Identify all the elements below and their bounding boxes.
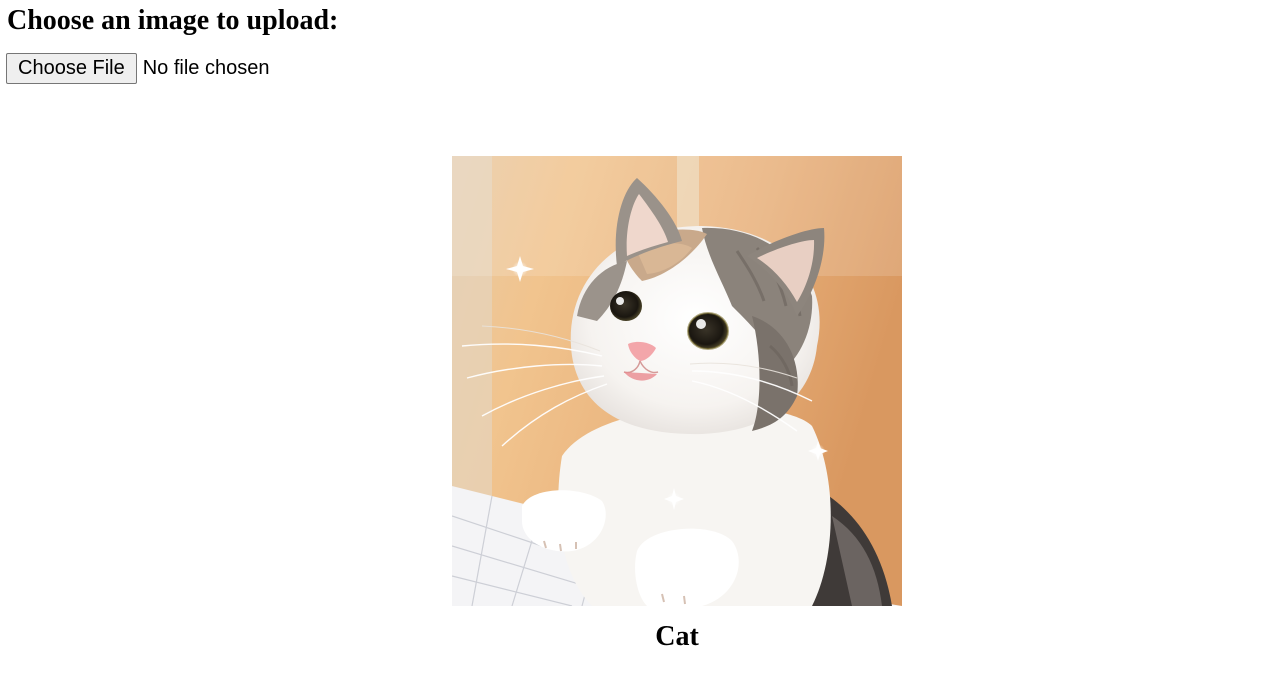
file-status-text: No file chosen xyxy=(142,57,270,79)
cat-image xyxy=(452,156,902,606)
page-title: Choose an image to upload: xyxy=(7,5,339,36)
prediction-label: Cat xyxy=(655,621,699,652)
file-upload-control[interactable]: Choose File No file chosen xyxy=(6,53,269,84)
choose-file-button[interactable]: Choose File xyxy=(6,53,137,84)
